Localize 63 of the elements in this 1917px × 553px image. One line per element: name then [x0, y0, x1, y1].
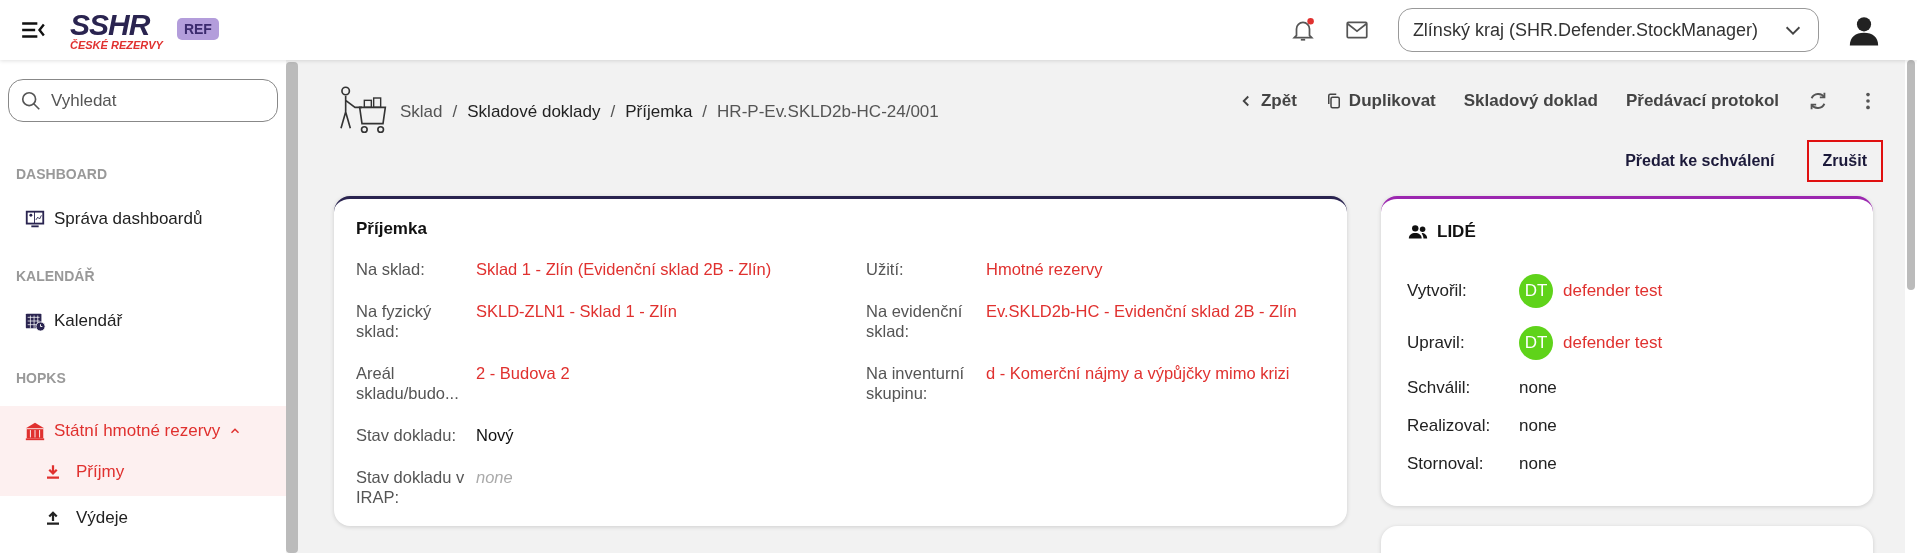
field-link[interactable]: SKLD-ZLN1 - Sklad 1 - Zlín [476, 301, 677, 341]
field-label: Na fyzický sklad: [356, 301, 433, 341]
card-title: Příjemka [356, 219, 428, 239]
field-label: Stav dokladu v IRAP: [356, 467, 466, 507]
building-icon [24, 420, 46, 442]
field-value: Nový [476, 425, 514, 445]
field-label: Užití: [866, 259, 905, 279]
page-scrollbar[interactable] [1905, 60, 1917, 553]
role-dropdown[interactable]: Zlínský kraj (SHR.Defender.StockManager) [1397, 8, 1819, 52]
section-title: HOPKS [15, 370, 67, 386]
sidebar-subitem[interactable]: Příjmy [0, 452, 286, 496]
sidebar-item[interactable]: Správa dashboardů [0, 202, 286, 236]
field-value: none [1519, 416, 1557, 436]
card-title: LIDÉ [1437, 222, 1476, 242]
field-label: Na inventurní skupinu: [866, 363, 966, 403]
toolbar-button[interactable]: Zpět [1236, 91, 1297, 111]
breadcrumb-item: HR-P-Ev.SKLD2b-HC-24/001 [717, 102, 939, 122]
field-link[interactable]: Hmotné rezervy [986, 259, 1103, 279]
breadcrumb-link[interactable]: Příjemka [625, 102, 693, 122]
toolbar-button[interactable]: Duplikovat [1324, 91, 1436, 111]
field-value: none [1519, 378, 1557, 398]
user-avatar: DT [1519, 274, 1553, 308]
field-link[interactable]: Ev.SKLD2b-HC - Evidenční sklad 2B - Zlín [986, 301, 1297, 341]
field-label: Na sklad: [356, 259, 426, 279]
user-link[interactable]: defender test [1563, 333, 1663, 353]
breadcrumb-separator: / [452, 102, 458, 122]
sidebar-subitem[interactable]: Výdeje [0, 496, 286, 540]
field-label: Stav dokladu: [356, 425, 457, 445]
field-link[interactable]: 2 - Budova 2 [476, 363, 570, 403]
download-icon [44, 463, 62, 481]
field-value: none [1519, 454, 1557, 474]
sidebar-item[interactable]: Kalendář [0, 304, 286, 338]
environment-badge: REF [176, 17, 219, 40]
field-label: Realizoval: [1407, 416, 1492, 436]
search-field[interactable]: Vyhledat [8, 79, 278, 122]
scroll-thumb[interactable] [1907, 60, 1915, 290]
field-value: none [476, 467, 513, 488]
field-link[interactable]: d - Komerční nájmy a výpůjčky mimo krizi [986, 363, 1290, 403]
sidebar-item[interactable]: Státní hmotné rezervy [0, 406, 286, 452]
user-avatar: DT [1519, 326, 1553, 360]
user-link[interactable]: defender test [1563, 281, 1663, 301]
breadcrumb-separator: / [610, 102, 616, 122]
field-label: Na evidenční sklad: [866, 301, 964, 341]
field-label: Schválil: [1407, 378, 1472, 398]
field-label: Areál skladu/budo... [356, 363, 460, 403]
dashboard-icon [24, 208, 46, 230]
upload-icon [44, 509, 62, 527]
field-label: Vytvořil: [1407, 281, 1468, 301]
section-title: DASHBOARD [15, 166, 108, 182]
action-button[interactable]: Zrušit [1806, 140, 1883, 182]
action-button[interactable]: Předat ke schválení [1609, 140, 1791, 182]
toolbar-button[interactable]: Předávací protokol [1625, 91, 1779, 111]
logo[interactable]: SSHR ČESKÉ REZERVY [70, 9, 163, 51]
search-icon [20, 90, 42, 112]
toolbar-button[interactable]: Skladový doklad [1463, 91, 1598, 111]
field-link[interactable]: Sklad 1 - Zlín (Evidenční sklad 2B - Zlín) [476, 259, 772, 279]
breadcrumb-separator: / [702, 102, 708, 122]
breadcrumb-link[interactable]: Skladové doklady [467, 102, 601, 122]
field-label: Stornoval: [1407, 454, 1485, 474]
scrollbar[interactable] [286, 62, 298, 553]
section-title: KALENDÁŘ [15, 268, 96, 284]
field-label: Upravil: [1407, 333, 1466, 353]
breadcrumb-item: Sklad [400, 102, 443, 122]
